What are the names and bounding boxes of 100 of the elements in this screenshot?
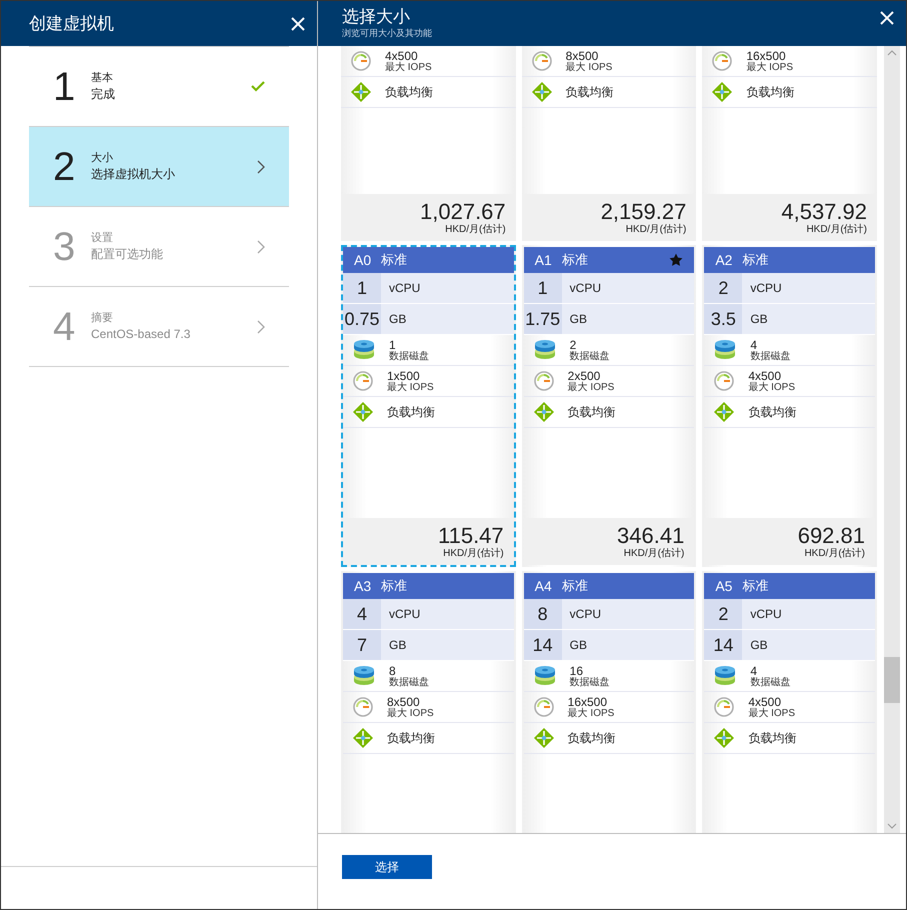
diamond-arrows-icon — [532, 82, 552, 102]
diamond-arrows-icon — [712, 82, 732, 102]
spec-value: 2 — [704, 273, 742, 303]
feature-label: 最大 IOPS — [748, 708, 796, 718]
feature-label: 负载均衡 — [385, 84, 433, 101]
feature-label: 负载均衡 — [566, 84, 614, 101]
diamond-arrows-icon — [534, 402, 554, 422]
disk-stack-icon — [534, 666, 556, 686]
gauge-icon — [714, 371, 734, 391]
feature-value: 4x500 — [385, 50, 419, 62]
feature-label: 负载均衡 — [748, 730, 796, 747]
size-card[interactable]: A5 标准 2 vCPU 14 GB 4 数据磁盘 4x500 最大 IOPS 负载均衡 — [702, 571, 877, 833]
spec-unit: vCPU — [562, 273, 694, 303]
price-unit: HKD/月(估计) — [624, 548, 684, 560]
step-number: 3 — [53, 226, 76, 266]
step-number: 2 — [53, 146, 76, 186]
diamond-arrows-icon — [353, 402, 373, 422]
scroll-up-icon[interactable] — [887, 50, 897, 56]
feature-value: 4 — [750, 338, 758, 350]
feature-label: 负载均衡 — [387, 730, 435, 747]
gauge-icon — [534, 371, 554, 391]
price-amount: 2,159.27 — [600, 200, 686, 224]
size-card[interactable]: A2 标准 2 vCPU 3.5 GB 4 数据磁盘 4x500 最大 IOPS 负载均衡 692.81 HKD/月(估计) — [702, 245, 877, 567]
feature-label: 最大 IOPS — [568, 382, 614, 392]
tier-label: 标准 — [381, 577, 408, 596]
price-amount: 692.81 — [798, 524, 865, 548]
step-subtitle: 配置可选功能 — [91, 246, 164, 262]
close-icon[interactable] — [291, 16, 305, 30]
size-name: A3 — [354, 576, 372, 596]
diamond-arrows-icon — [714, 728, 734, 748]
spec-value: 7 — [343, 630, 381, 660]
size-name: A5 — [715, 576, 732, 596]
feature-value: 8x500 — [566, 50, 600, 62]
size-name: A0 — [354, 250, 372, 270]
tier-label: 标准 — [562, 577, 588, 596]
feature-value: 4 — [750, 664, 758, 676]
spec-value: 0.75 — [343, 304, 381, 334]
gauge-icon — [712, 51, 732, 71]
feature-label: 最大 IOPS — [387, 708, 434, 718]
step-number: 1 — [53, 66, 76, 106]
disk-stack-icon — [353, 340, 375, 360]
close-icon[interactable] — [880, 11, 894, 25]
spec-unit: GB — [562, 630, 694, 660]
size-card[interactable]: 16x500 最大 IOPS 负载均衡 4,537.92 HKD/月(估计) — [702, 46, 877, 241]
size-card[interactable]: 4x500 最大 IOPS 负载均衡 1,027.67 HKD/月(估计) — [341, 46, 516, 241]
select-button[interactable]: 选择 — [342, 855, 432, 879]
chevron-right-icon — [257, 160, 265, 174]
scroll-down-icon[interactable] — [887, 823, 897, 829]
spec-unit: vCPU — [562, 599, 694, 629]
scrollbar-thumb[interactable] — [884, 657, 900, 703]
chevron-right-icon — [257, 320, 265, 334]
gauge-icon — [353, 697, 373, 717]
price-unit: HKD/月(估计) — [443, 548, 504, 560]
feature-value: 1x500 — [387, 370, 421, 382]
spec-value: 4 — [343, 599, 381, 629]
spec-unit: vCPU — [742, 273, 875, 303]
spec-unit: GB — [562, 304, 694, 334]
price-unit: HKD/月(估计) — [445, 224, 506, 236]
step-title: 大小 — [91, 151, 114, 166]
tier-label: 标准 — [742, 577, 768, 596]
feature-label: 最大 IOPS — [746, 62, 794, 72]
scrollbar[interactable] — [884, 46, 900, 833]
spec-value: 14 — [704, 630, 742, 660]
disk-stack-icon — [714, 666, 736, 686]
feature-label: 最大 IOPS — [385, 62, 432, 72]
wizard-step[interactable]: 2 大小 选择虚拟机大小 — [29, 127, 289, 207]
spec-value: 2 — [704, 599, 742, 629]
disk-stack-icon — [353, 666, 375, 686]
step-title: 摘要 — [91, 311, 114, 326]
feature-value: 16x500 — [746, 50, 787, 62]
chevron-right-icon — [257, 240, 265, 254]
spec-value: 8 — [524, 599, 562, 629]
gauge-icon — [532, 51, 552, 71]
feature-value: 16x500 — [568, 696, 608, 708]
step-title: 设置 — [91, 231, 114, 246]
spec-value: 1 — [524, 273, 562, 303]
feature-label: 负载均衡 — [568, 730, 616, 747]
spec-unit: vCPU — [381, 599, 514, 629]
feature-label: 最大 IOPS — [566, 62, 612, 72]
step-number: 4 — [53, 306, 76, 346]
diamond-arrows-icon — [351, 82, 371, 102]
size-card[interactable]: A1 标准 1 vCPU 1.75 GB 2 数据磁盘 2x500 最大 IOPS 负载均衡 346.41 HKD/月(估计) — [522, 245, 696, 567]
gauge-icon — [351, 51, 371, 71]
feature-label: 负载均衡 — [568, 404, 616, 421]
feature-label: 数据磁盘 — [570, 350, 610, 362]
feature-value: 2x500 — [568, 370, 602, 382]
size-card[interactable]: 8x500 最大 IOPS 负载均衡 2,159.27 HKD/月(估计) — [522, 46, 696, 241]
feature-label: 数据磁盘 — [570, 676, 610, 688]
gauge-icon — [534, 697, 554, 717]
feature-value: 4x500 — [748, 370, 782, 382]
spec-unit: vCPU — [381, 273, 514, 303]
size-card[interactable]: A0 标准 1 vCPU 0.75 GB 1 数据磁盘 1x500 最大 IOPS 负载均衡 115.47 HKD/月(估计) — [341, 245, 516, 567]
feature-label: 最大 IOPS — [748, 382, 796, 392]
disk-stack-icon — [534, 340, 556, 360]
gauge-icon — [714, 697, 734, 717]
size-card[interactable]: A4 标准 8 vCPU 14 GB 16 数据磁盘 16x500 最大 IOPS 负载均衡 — [522, 571, 696, 833]
gauge-icon — [353, 371, 373, 391]
spec-unit: GB — [381, 304, 514, 334]
spec-value: 3.5 — [704, 304, 742, 334]
size-card[interactable]: A3 标准 4 vCPU 7 GB 8 数据磁盘 8x500 最大 IOPS 负载均衡 — [341, 571, 516, 833]
